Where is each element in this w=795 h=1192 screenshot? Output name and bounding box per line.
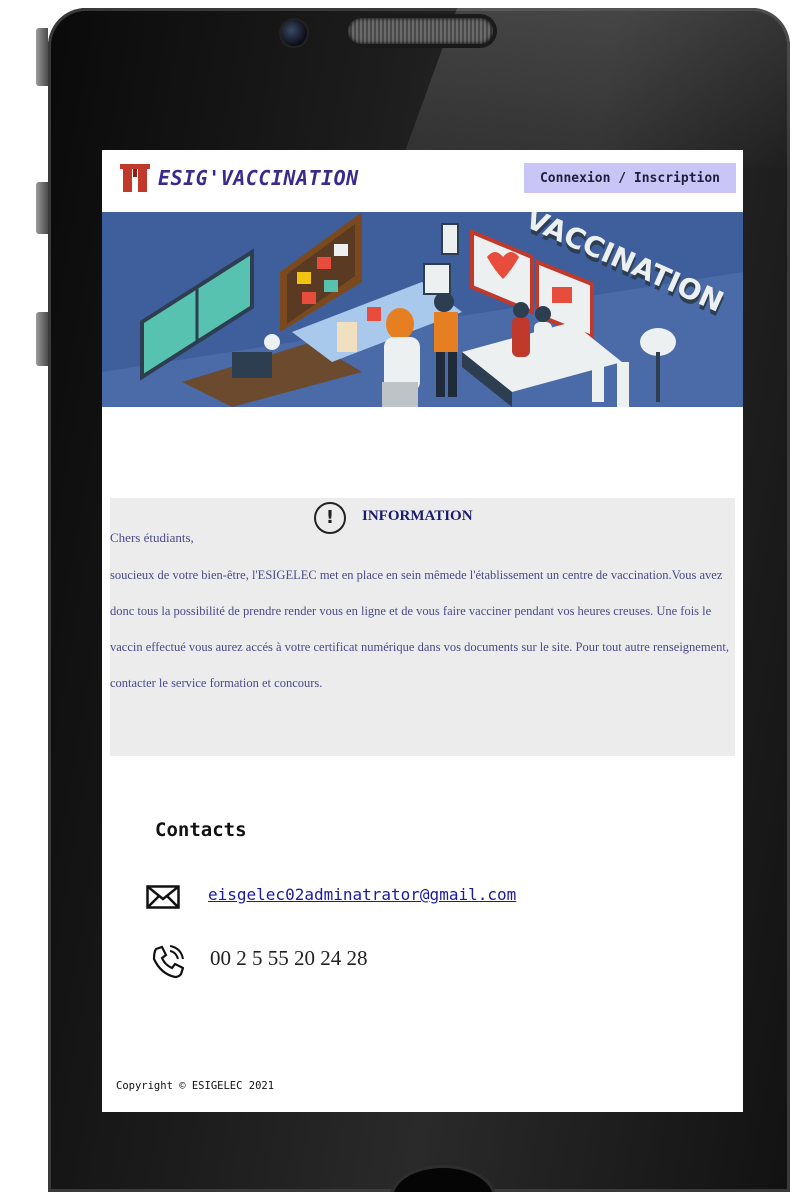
phone-volume-up-button — [36, 182, 48, 234]
contacts-title: Contacts — [155, 819, 247, 841]
information-body: soucieux de votre bien-être, l'ESIGELEC … — [110, 568, 729, 690]
phone-volume-down-button — [36, 312, 48, 366]
exclamation-circle-icon: ! — [314, 502, 346, 534]
site-header: ESIG'VACCINATION Connexion / Inscription — [102, 150, 743, 212]
information-title: INFORMATION — [362, 508, 473, 524]
vaccination-banner-image: VACCINATION VACCINATION — [102, 212, 743, 407]
front-camera — [281, 20, 307, 46]
contact-email-link[interactable]: eisgelec02adminatrator@gmail.com — [208, 885, 516, 904]
earpiece-speaker — [348, 18, 493, 44]
login-signup-button[interactable]: Connexion / Inscription — [524, 163, 736, 193]
esigelec-logo-icon — [120, 164, 150, 192]
phone-call-icon — [152, 945, 184, 979]
contact-phone-number: 00 2 5 55 20 24 28 — [210, 946, 368, 970]
footer-copyright: Copyright © ESIGELEC 2021 — [116, 1080, 275, 1092]
phone-screen: ESIG'VACCINATION Connexion / Inscription — [102, 150, 743, 1112]
information-panel: ! INFORMATION Chers étudiants, soucieux … — [110, 498, 735, 756]
phone-mute-switch — [36, 28, 48, 86]
envelope-icon — [146, 885, 180, 909]
home-button[interactable] — [393, 1168, 493, 1192]
information-greeting: Chers étudiants, — [110, 530, 194, 545]
site-brand-name[interactable]: ESIG'VACCINATION — [158, 166, 359, 190]
